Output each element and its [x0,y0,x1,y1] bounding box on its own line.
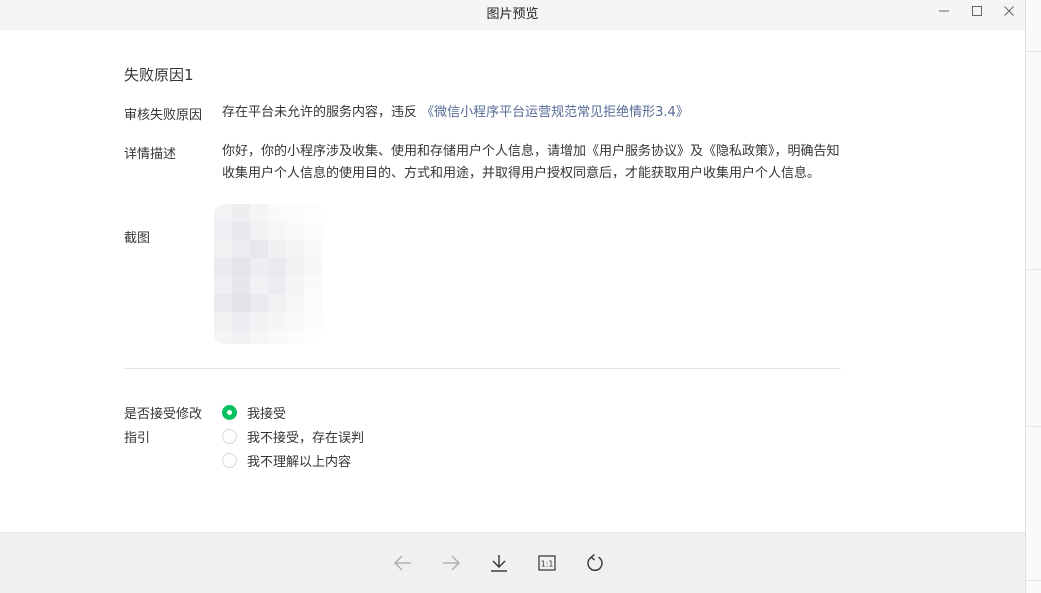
minimize-icon [939,10,949,12]
detail-label: 详情描述 [124,147,177,162]
preview-toolbar: 1:1 [0,532,1025,593]
radio-option-label: 我不理解以上内容 [247,454,352,470]
maximize-icon [972,6,982,16]
section-title: 失败原因1 [124,66,194,84]
rotate-button[interactable] [583,551,607,575]
arrow-left-icon [394,555,411,571]
radio-unchecked-icon[interactable] [222,452,237,468]
image-preview-window: 图片预览 失败原因1 审核失败原因 存在平台未允许的服务内容，违反 《微信小程序… [0,0,1026,593]
preview-content: 失败原因1 审核失败原因 存在平台未允许的服务内容，违反 《微信小程序平台运营规… [0,30,1025,532]
download-button[interactable] [487,551,511,575]
close-icon [1004,6,1014,16]
download-icon [491,555,507,572]
window-title: 图片预览 [486,7,539,22]
reason-text: 存在平台未允许的服务内容，违反 [222,105,418,120]
radio-option-label: 我不接受，存在误判 [247,430,365,446]
blurred-screenshot[interactable] [214,204,324,344]
next-button[interactable] [439,551,463,575]
actual-size-icon: 1:1 [538,555,556,571]
rotate-icon [587,553,603,571]
section-divider [124,368,841,369]
reason-value: 存在平台未允许的服务内容，违反 《微信小程序平台运营规范常见拒绝情形3.4》 [222,102,689,124]
rule-link[interactable]: 《微信小程序平台运营规范常见拒绝情形3.4》 [421,105,689,120]
arrow-right-icon [443,555,460,571]
radio-unchecked-icon[interactable] [222,428,237,444]
previous-button[interactable] [391,551,415,575]
accept-label-line1: 是否接受修改 [124,407,203,422]
screenshot-label: 截图 [124,231,151,246]
radio-checked-icon[interactable] [222,404,237,420]
close-button[interactable] [993,0,1025,22]
title-bar: 图片预览 [0,0,1025,30]
minimize-button[interactable] [928,0,960,22]
radio-option-label: 我接受 [247,406,287,422]
radio-option-reject[interactable]: 我不接受，存在误判 [222,426,364,446]
actual-size-text: 1:1 [541,560,554,569]
detail-text: 你好，你的小程序涉及收集、使用和存储用户个人信息，请增加《用户服务协议》及《隐私… [222,144,840,181]
radio-option-accept[interactable]: 我接受 [222,402,286,422]
background-window-edge [1026,0,1041,593]
maximize-button[interactable] [961,0,993,22]
radio-option-not-understand[interactable]: 我不理解以上内容 [222,450,351,470]
accept-label-line2: 指引 [124,431,151,446]
reason-label: 审核失败原因 [124,108,203,123]
actual-size-button[interactable]: 1:1 [535,551,559,575]
